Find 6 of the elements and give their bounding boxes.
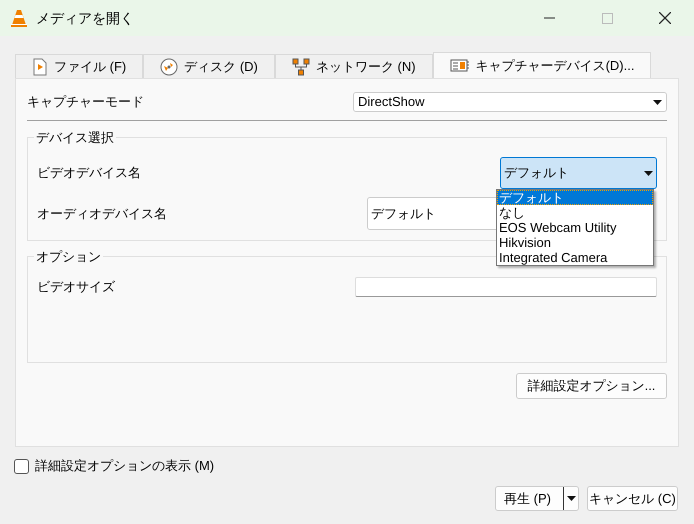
show-advanced-label: 詳細設定オプションの表示 (M) xyxy=(35,457,214,476)
audio-device-label: オーディオデバイス名 xyxy=(37,204,167,223)
video-size-label: ビデオサイズ xyxy=(37,278,115,296)
capture-mode-label: キャプチャーモード xyxy=(27,93,144,112)
window-title: メディアを開く xyxy=(36,8,134,28)
video-device-label: ビデオデバイス名 xyxy=(37,164,141,182)
